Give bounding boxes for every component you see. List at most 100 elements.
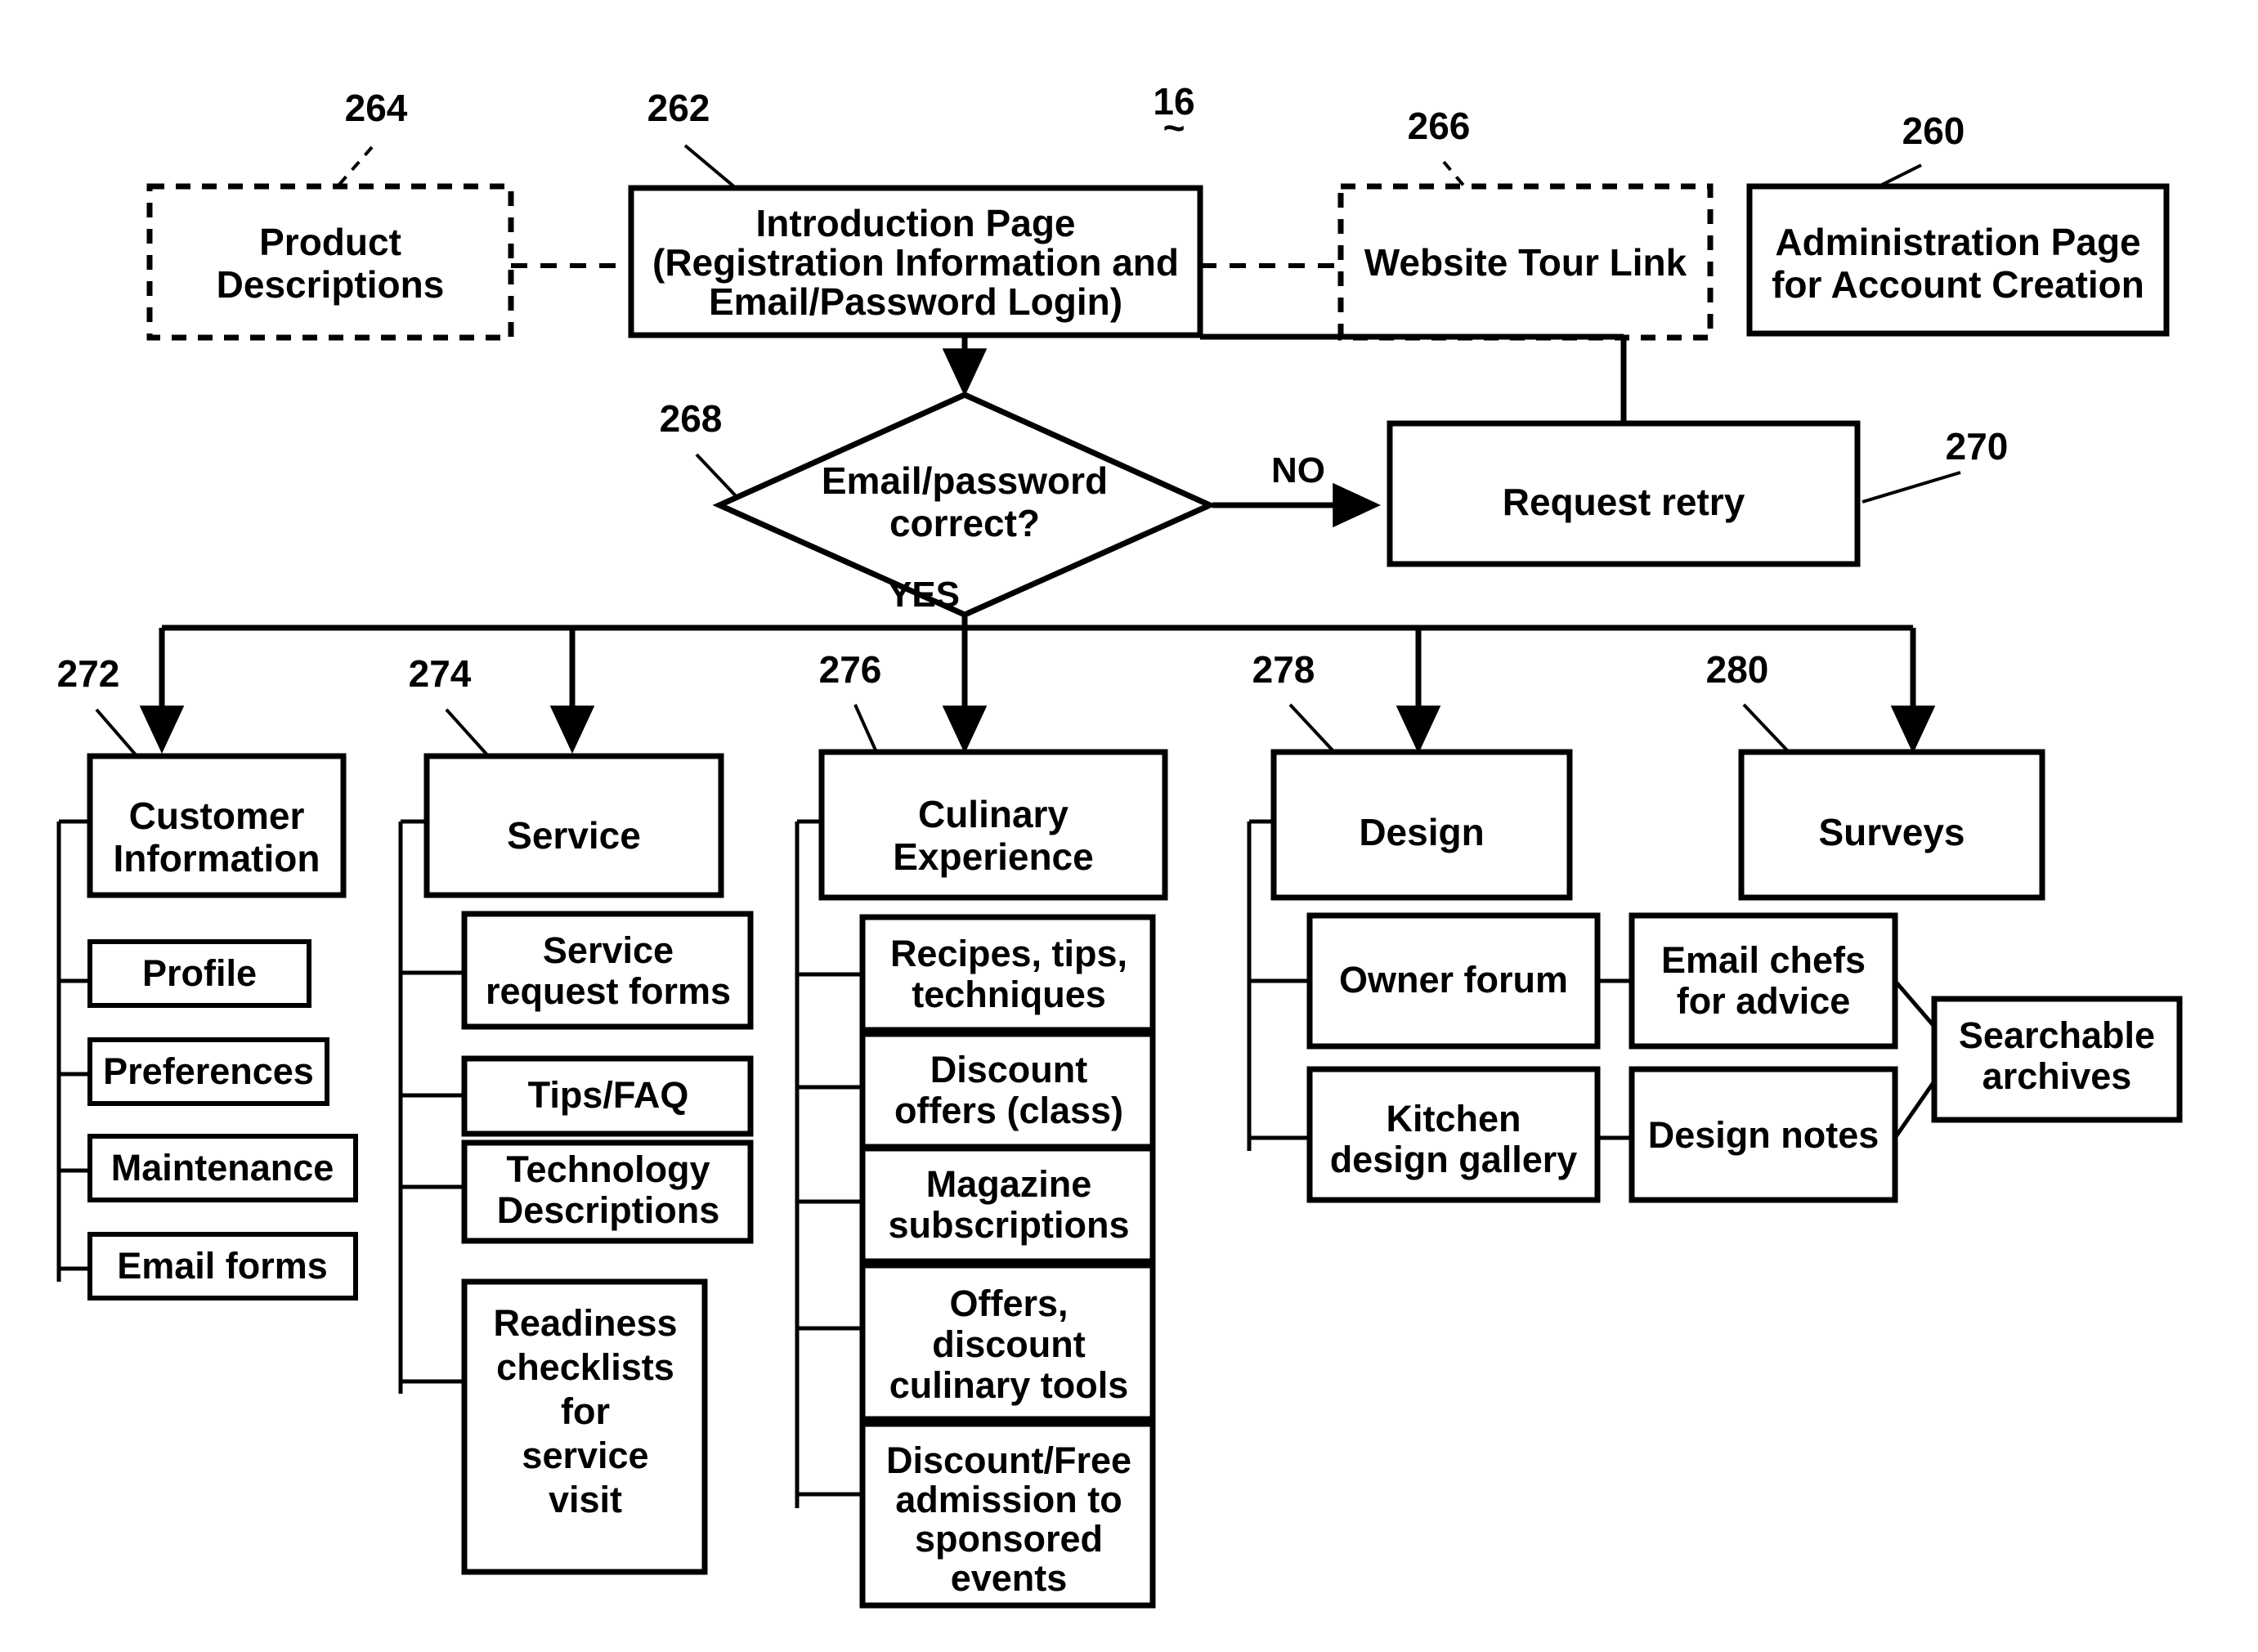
node-svc-tips-faq[interactable]: Tips/FAQ	[461, 1055, 754, 1137]
node-ci-maintenance[interactable]: Maintenance	[87, 1134, 358, 1202]
node-dsg-kitchen-gallery[interactable]: Kitchen design gallery	[1306, 1066, 1601, 1203]
reference-numeral-264: 264	[336, 87, 408, 188]
ref-num-276-text: 276	[819, 648, 882, 691]
reference-numeral-274: 274	[409, 652, 492, 760]
cul-offers-tools-label-line-2: discount	[932, 1323, 1086, 1365]
ref-num-278-text: 278	[1252, 648, 1315, 691]
dsg-searchable-archives-label-line-2: archives	[1982, 1055, 2132, 1097]
ref-num-280-text: 280	[1706, 648, 1769, 691]
node-design[interactable]: Design	[1270, 749, 1573, 901]
decision-label-line-2: correct?	[889, 502, 1040, 544]
surveys-label: Surveys	[1818, 811, 1965, 853]
cul-admission-label-line-3: sponsored	[915, 1518, 1103, 1560]
design-label: Design	[1359, 811, 1484, 853]
introduction-page-label-line-2: (Registration Information and	[652, 241, 1179, 284]
ref-num-272-text: 272	[57, 652, 120, 695]
request-retry-label: Request retry	[1503, 481, 1745, 523]
node-ci-email-forms[interactable]: Email forms	[87, 1232, 358, 1301]
reference-numeral-270: 270	[1862, 425, 2009, 504]
leader-line-270	[1862, 471, 1961, 504]
customer-information-label-line-1: Customer	[129, 795, 305, 837]
customer-information-label-line-2: Information	[114, 837, 320, 880]
svc-readiness-label-line-4: service	[522, 1435, 648, 1476]
svc-request-forms-label-line-2: request forms	[486, 970, 731, 1012]
node-dsg-searchable-archives[interactable]: Searchable archives	[1931, 996, 2183, 1123]
edge-label-no: NO	[1271, 450, 1325, 490]
node-introduction-page[interactable]: Introduction Page (Registration Informat…	[628, 185, 1203, 338]
node-service[interactable]: Service	[423, 753, 724, 898]
cul-recipes-label-line-1: Recipes, tips,	[890, 933, 1127, 974]
node-dsg-design-notes[interactable]: Design notes	[1629, 1066, 1898, 1203]
svc-readiness-label-line-1: Readiness	[493, 1302, 677, 1344]
node-product-descriptions[interactable]: Product Descriptions	[146, 183, 514, 341]
node-svc-readiness[interactable]: Readiness checklists for service visit	[461, 1278, 708, 1575]
ref-num-270-text: 270	[1946, 425, 2009, 468]
culinary-experience-label-line-2: Experience	[893, 835, 1093, 878]
leader-line-280	[1742, 703, 1790, 754]
node-cul-magazine[interactable]: Magazine subscriptions	[859, 1145, 1156, 1265]
node-ci-preferences[interactable]: Preferences	[87, 1037, 329, 1106]
introduction-page-label-line-3: Email/Password Login)	[709, 280, 1122, 323]
node-ci-profile[interactable]: Profile	[87, 939, 311, 1008]
node-customer-information[interactable]: Customer Information	[87, 753, 347, 898]
leader-line-272	[95, 708, 141, 760]
ref-num-266-text: 266	[1408, 105, 1471, 147]
dsg-email-chefs-label-line-2: for advice	[1677, 980, 1851, 1022]
node-surveys[interactable]: Surveys	[1738, 749, 2045, 901]
reference-numeral-276: 276	[819, 648, 882, 753]
cul-offers-tools-label-line-1: Offers,	[949, 1283, 1068, 1324]
svc-readiness-label-line-3: for	[561, 1390, 610, 1432]
ref-num-274-text: 274	[409, 652, 472, 695]
dsg-email-chefs-label-line-1: Email chefs	[1661, 939, 1866, 981]
leader-line-264	[336, 146, 374, 188]
svc-tips-faq-label: Tips/FAQ	[528, 1074, 689, 1116]
leader-line-276	[853, 704, 878, 753]
node-svc-technology[interactable]: Technology Descriptions	[461, 1139, 754, 1244]
reference-numeral-268: 268	[660, 397, 741, 502]
node-website-tour-link[interactable]: Website Tour Link	[1337, 183, 1714, 341]
node-svc-request-forms[interactable]: Service request forms	[461, 911, 754, 1030]
dsg-kitchen-gallery-label-line-1: Kitchen	[1386, 1098, 1521, 1139]
leader-line-268	[695, 453, 741, 502]
flowchart-canvas: 16 ~ 264 262 266 260 268 270 272 274 276…	[56, 80, 2183, 1609]
svc-request-forms-label-line-1: Service	[543, 929, 674, 971]
node-dsg-email-chefs[interactable]: Email chefs for advice	[1629, 912, 1898, 1050]
ref-num-268-text: 268	[660, 397, 723, 440]
connector-design-notes-to-archives	[1893, 1077, 1938, 1139]
edge-label-yes: YES	[888, 575, 960, 615]
node-cul-offers-tools[interactable]: Offers, discount culinary tools	[859, 1262, 1156, 1422]
node-cul-admission[interactable]: Discount/Free admission to sponsored eve…	[859, 1421, 1156, 1609]
cul-admission-label-line-1: Discount/Free	[886, 1439, 1131, 1481]
svc-readiness-label-line-5: visit	[549, 1479, 622, 1520]
cul-admission-label-line-2: admission to	[895, 1479, 1122, 1520]
ci-profile-label: Profile	[142, 952, 257, 994]
leader-line-262	[683, 144, 737, 190]
introduction-page-label-line-1: Introduction Page	[756, 202, 1076, 244]
service-label: Service	[507, 814, 641, 857]
node-cul-recipes[interactable]: Recipes, tips, techniques	[859, 914, 1156, 1033]
ref-num-262-text: 262	[647, 87, 710, 129]
dsg-searchable-archives-label-line-1: Searchable	[1959, 1014, 2155, 1056]
node-decision-email-password[interactable]: Email/password correct?	[712, 392, 1217, 618]
node-cul-discount-offers[interactable]: Discount offers (class)	[859, 1031, 1156, 1150]
administration-page-label-line-2: for Account Creation	[1772, 263, 2144, 306]
cul-magazine-label-line-2: subscriptions	[888, 1204, 1129, 1246]
node-administration-page[interactable]: Administration Page for Account Creation	[1746, 183, 2170, 337]
cul-offers-tools-label-line-3: culinary tools	[889, 1364, 1129, 1406]
node-culinary-experience[interactable]: Culinary Experience	[818, 749, 1168, 901]
figure-label-tilde: ~	[1163, 106, 1185, 149]
node-request-retry[interactable]: Request retry	[1387, 420, 1861, 567]
dsg-owner-forum-label: Owner forum	[1339, 959, 1568, 1001]
ref-num-260-text: 260	[1902, 110, 1965, 152]
cul-discount-offers-label-line-1: Discount	[930, 1049, 1088, 1090]
cul-magazine-label-line-1: Magazine	[926, 1163, 1092, 1205]
decision-label-line-1: Email/password	[822, 459, 1108, 502]
culinary-experience-label-line-1: Culinary	[918, 793, 1069, 835]
ci-preferences-label: Preferences	[103, 1050, 314, 1092]
ci-email-forms-label: Email forms	[117, 1245, 328, 1287]
figure-label: 16 ~	[1153, 80, 1194, 149]
node-dsg-owner-forum[interactable]: Owner forum	[1306, 912, 1601, 1050]
ci-maintenance-label: Maintenance	[111, 1147, 334, 1189]
website-tour-link-label: Website Tour Link	[1364, 241, 1687, 284]
reference-numeral-272: 272	[57, 652, 141, 760]
